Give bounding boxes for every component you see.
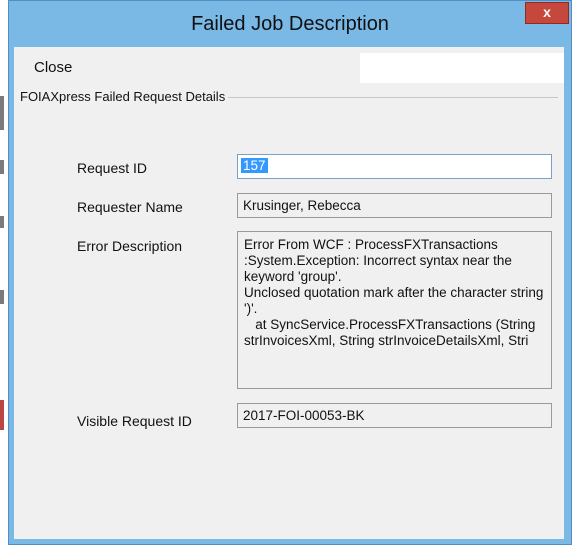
menu-item-close[interactable]: Close [34,59,72,76]
failed-request-details-group: FOIAXpress Failed Request Details Reques… [20,89,558,536]
background-window-edge [0,400,4,430]
request-id-label: Request ID [77,160,148,176]
visible-request-id-label: Visible Request ID [77,413,192,429]
background-window-edge [0,216,4,228]
failed-job-dialog: Failed Job Description x Close FOIAXpres… [8,0,572,545]
window-title: Failed Job Description [191,13,389,35]
background-window-edge [0,290,4,304]
close-icon: x [543,4,551,20]
menu-strip: Close [14,53,360,83]
requester-name-value: Krusinger, Rebecca [243,198,361,213]
visible-request-id-value: 2017-FOI-00053-BK [243,408,365,423]
request-id-field[interactable]: 157 [237,154,552,179]
background-window-edge [0,96,4,130]
visible-request-id-field[interactable]: 2017-FOI-00053-BK [237,403,552,428]
requester-name-field[interactable]: Krusinger, Rebecca [237,193,552,218]
dialog-body: Close FOIAXpress Failed Request Details … [14,47,564,539]
request-id-value: 157 [241,158,268,173]
menu-bar-empty-area [360,53,564,83]
background-window-edge [0,160,4,174]
error-description-label: Error Description [77,238,183,254]
requester-name-label: Requester Name [77,199,183,215]
error-description-field[interactable]: Error From WCF : ProcessFXTransactions :… [237,231,552,389]
title-bar[interactable]: Failed Job Description x [9,1,571,47]
menu-bar: Close [14,53,564,83]
window-close-button[interactable]: x [525,2,569,24]
group-legend: FOIAXpress Failed Request Details [20,89,229,104]
